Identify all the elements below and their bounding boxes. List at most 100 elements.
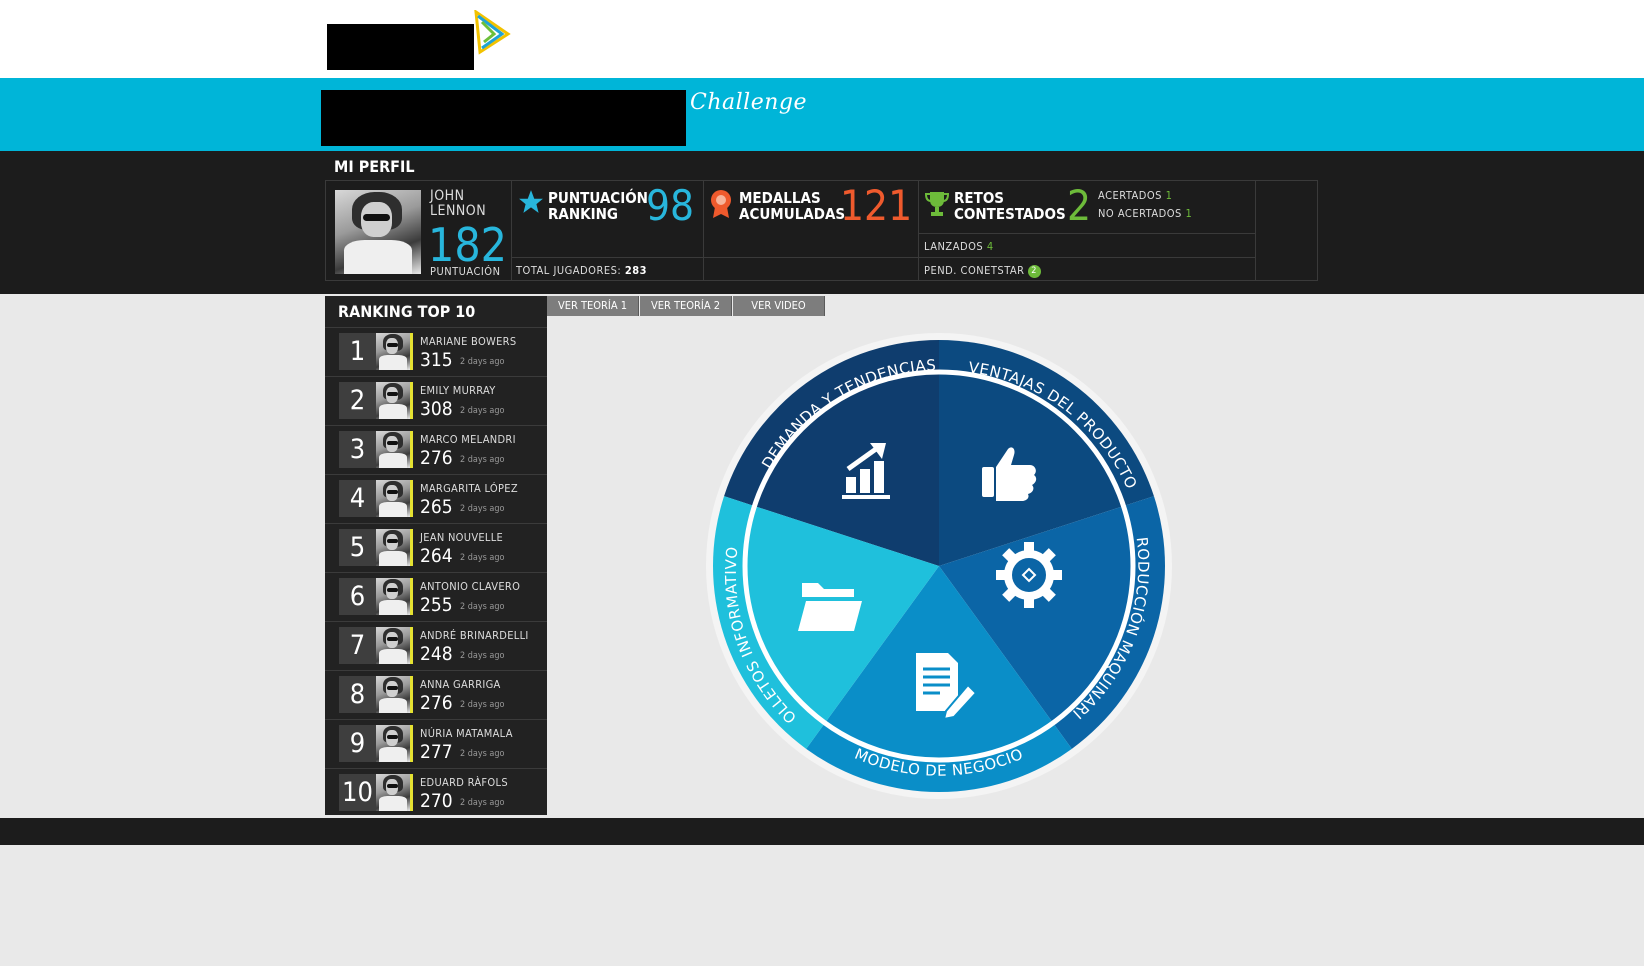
user-avatar[interactable] — [335, 190, 421, 274]
player-score: 264 — [420, 545, 453, 567]
player-avatar[interactable] — [376, 774, 413, 811]
rank-position: 2 — [339, 382, 376, 419]
ranking-value: 98 — [646, 181, 695, 230]
player-avatar[interactable] — [376, 578, 413, 615]
player-timestamp: 2 days ago — [460, 455, 505, 465]
tab-ver-teoria-2[interactable]: VER TEORÍA 2 — [640, 296, 732, 316]
player-timestamp: 2 days ago — [460, 700, 505, 710]
ranking-row[interactable]: 4 MARGARITA LÓPEZ 265 2 days ago — [325, 474, 547, 523]
correct-count: ACERTADOS 1 — [1098, 189, 1173, 202]
rank-position: 6 — [339, 578, 376, 615]
player-avatar[interactable] — [376, 529, 413, 566]
ranking-label-1: PUNTUACIÓN — [548, 189, 648, 207]
player-avatar[interactable] — [376, 431, 413, 468]
rank-position: 7 — [339, 627, 376, 664]
rank-position: 3 — [339, 431, 376, 468]
footer-bar — [0, 818, 1644, 845]
player-score: 255 — [420, 594, 453, 616]
player-timestamp: 2 days ago — [460, 602, 505, 612]
player-timestamp: 2 days ago — [460, 406, 505, 416]
tab-ver-video[interactable]: VER VIDEO — [733, 296, 825, 316]
ranking-row[interactable]: 3 MARCO MELANDRI 276 2 days ago — [325, 425, 547, 474]
ranking-stat-cell: PUNTUACIÓN RANKING 98 TOTAL JUGADORES: 2… — [512, 181, 704, 280]
player-timestamp: 2 days ago — [460, 651, 505, 661]
rank-position: 9 — [339, 725, 376, 762]
ranking-row[interactable]: 7 ANDRÉ BRINARDELLI 248 2 days ago — [325, 621, 547, 670]
player-name: EDUARD RÀFOLS — [420, 776, 508, 789]
player-score: 308 — [420, 398, 453, 420]
challenges-label-1: RETOS — [954, 189, 1005, 207]
medals-value: 121 — [840, 181, 913, 230]
ranking-row[interactable]: 5 JEAN NOUVELLE 264 2 days ago — [325, 523, 547, 572]
tab-ver-teoria-1[interactable]: VER TEORÍA 1 — [547, 296, 639, 316]
user-score: 182 — [428, 218, 507, 272]
star-icon — [519, 190, 543, 213]
player-timestamp: 2 days ago — [460, 798, 505, 808]
medals-label-1: MEDALLAS — [739, 189, 821, 207]
player-score: 248 — [420, 643, 453, 665]
player-score: 276 — [420, 447, 453, 469]
rank-position: 4 — [339, 480, 376, 517]
user-first-name: JOHN — [430, 188, 465, 204]
ranking-row[interactable]: 6 ANTONIO CLAVERO 255 2 days ago — [325, 572, 547, 621]
title-redacted — [321, 90, 686, 146]
launched-count: LANZADOS 4 — [924, 240, 994, 253]
player-timestamp: 2 days ago — [460, 504, 505, 514]
ranking-top10-panel: RANKING TOP 10 1 MARIANE BOWERS 315 2 days … — [325, 296, 547, 815]
rank-position: 1 — [339, 333, 376, 370]
challenges-value: 2 — [1067, 181, 1092, 230]
user-score-label: PUNTUACIÓN — [430, 265, 501, 278]
title-bar — [0, 78, 1644, 151]
trophy-icon — [925, 192, 949, 216]
medals-stat-cell: MEDALLAS ACUMULADAS 121 — [704, 181, 919, 280]
player-name: MARIANE BOWERS — [420, 335, 517, 348]
challenges-stat-cell: RETOS CONTESTADOS 2 ACERTADOS 1 NO ACERT… — [919, 181, 1256, 280]
medal-icon — [711, 190, 731, 218]
rank-position: 5 — [339, 529, 376, 566]
player-score: 265 — [420, 496, 453, 518]
ranking-row[interactable]: 8 ANNA GARRIGA 276 2 days ago — [325, 670, 547, 719]
ranking-row[interactable]: 9 NÚRIA MATAMALA 277 2 days ago — [325, 719, 547, 768]
divider — [512, 257, 703, 258]
player-avatar[interactable] — [376, 480, 413, 517]
player-score: 270 — [420, 790, 453, 812]
pending-count: PEND. CONETSTAR 2 — [924, 264, 1041, 278]
player-name: JEAN NOUVELLE — [420, 531, 504, 544]
ranking-row[interactable]: 10 EDUARD RÀFOLS 270 2 days ago — [325, 768, 547, 817]
ranking-row[interactable]: 2 EMILY MURRAY 308 2 days ago — [325, 376, 547, 425]
profile-user-cell: JOHN LENNON 182 PUNTUACIÓN — [326, 181, 512, 280]
player-avatar[interactable] — [376, 725, 413, 762]
logo-arrow-icon — [474, 10, 511, 55]
rank-position: 10 — [339, 774, 376, 811]
incorrect-count: NO ACERTADOS 1 — [1098, 207, 1193, 220]
player-name: NÚRIA MATAMALA — [420, 727, 513, 740]
player-timestamp: 2 days ago — [460, 357, 505, 367]
profile-panel: JOHN LENNON 182 PUNTUACIÓN PUNTUACIÓN RA… — [325, 180, 1318, 281]
player-name: ANTONIO CLAVERO — [420, 580, 521, 593]
player-name: MARCO MELANDRI — [420, 433, 516, 446]
divider — [919, 233, 1255, 234]
player-avatar[interactable] — [376, 676, 413, 713]
divider — [704, 257, 918, 258]
total-players: TOTAL JUGADORES: 283 — [516, 264, 648, 277]
business-wheel-diagram: DEMANDA Y TENDENCIAS VENTAJAS DEL PRODUCT… — [706, 333, 1172, 799]
player-avatar[interactable] — [376, 382, 413, 419]
player-name: MARGARITA LÓPEZ — [420, 482, 518, 495]
player-timestamp: 2 days ago — [460, 749, 505, 759]
player-name: ANNA GARRIGA — [420, 678, 501, 691]
player-avatar[interactable] — [376, 627, 413, 664]
ranking-label-2: RANKING — [548, 205, 618, 223]
profile-title: MI PERFIL — [334, 157, 415, 176]
challenge-title: Challenge — [690, 90, 807, 115]
player-avatar[interactable] — [376, 333, 413, 370]
player-score: 315 — [420, 349, 453, 371]
divider — [919, 257, 1255, 258]
ranking-row[interactable]: 1 MARIANE BOWERS 315 2 days ago — [325, 327, 547, 376]
player-score: 277 — [420, 741, 453, 763]
player-score: 276 — [420, 692, 453, 714]
medals-label-2: ACUMULADAS — [739, 205, 846, 223]
challenges-label-2: CONTESTADOS — [954, 205, 1066, 223]
logo-redacted[interactable] — [327, 24, 474, 70]
rank-position: 8 — [339, 676, 376, 713]
player-name: ANDRÉ BRINARDELLI — [420, 629, 529, 642]
